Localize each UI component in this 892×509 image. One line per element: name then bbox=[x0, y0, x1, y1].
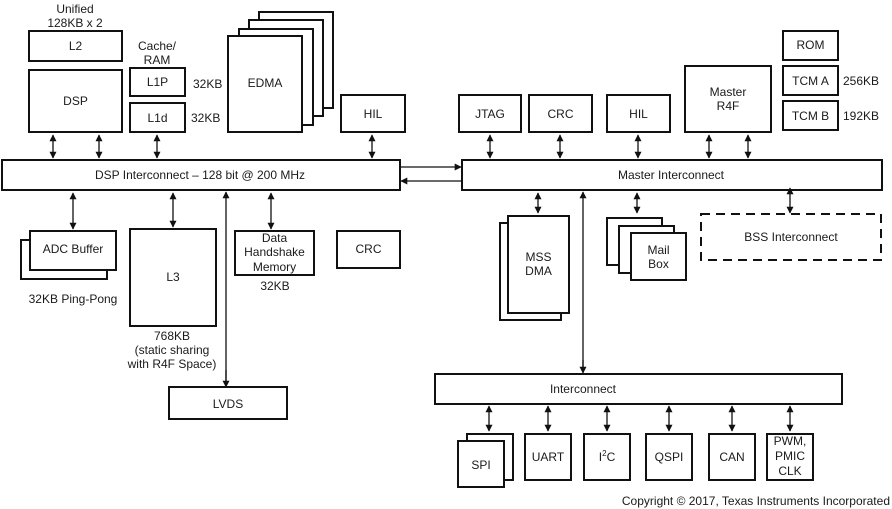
l2-caption-line1: Unified bbox=[56, 2, 93, 16]
l1p-block: L1P bbox=[129, 67, 186, 97]
spi-block-stack: SPI bbox=[457, 433, 514, 488]
uart-label: UART bbox=[532, 450, 565, 464]
qspi-label: QSPI bbox=[655, 450, 684, 464]
l3-caption-line1: 768KB bbox=[154, 329, 190, 343]
dsp-interconnect-bus: DSP Interconnect – 128 bit @ 200 MHz bbox=[1, 159, 401, 191]
dhm-label-line2: Handshake bbox=[244, 245, 305, 259]
interconnect-label: Interconnect bbox=[550, 382, 617, 396]
i2c-label: I2C bbox=[599, 449, 616, 464]
mailbox-label-line1: Mail bbox=[647, 243, 669, 257]
bss-interconnect-label: BSS Interconnect bbox=[744, 230, 838, 244]
l3-caption-line2: (static sharing bbox=[135, 343, 210, 357]
data-handshake-block: Data Handshake Memory bbox=[234, 230, 315, 276]
pwm-label-line3: CLK bbox=[778, 464, 801, 478]
crc-master-label: CRC bbox=[548, 107, 574, 121]
master-interconnect-label: Master Interconnect bbox=[618, 168, 725, 182]
l1d-label: L1d bbox=[147, 111, 167, 125]
master-interconnect-bus: Master Interconnect bbox=[461, 159, 883, 191]
lvds-label: LVDS bbox=[213, 397, 243, 411]
tcm-a-label: TCM A bbox=[792, 74, 829, 88]
l2-block: L2 bbox=[28, 30, 123, 62]
block-diagram: Unified 128KB x 2 L2 DSP Cache/ RAM L1P … bbox=[1, 2, 890, 508]
tcm-b-block: TCM B bbox=[782, 100, 839, 131]
dsp-interconnect-label: DSP Interconnect – 128 bit @ 200 MHz bbox=[95, 168, 305, 182]
cache-caption-line2: RAM bbox=[144, 53, 171, 67]
crc-master-block: CRC bbox=[528, 94, 593, 133]
adc-buffer-caption: 32KB Ping-Pong bbox=[29, 292, 118, 306]
lvds-block: LVDS bbox=[168, 386, 288, 420]
l3-label: L3 bbox=[166, 270, 180, 284]
pwm-label-line2: PMIC bbox=[775, 449, 805, 463]
l2-label: L2 bbox=[69, 39, 83, 53]
edma-label: EDMA bbox=[248, 76, 283, 90]
master-r4f-label-line1: Master bbox=[710, 85, 747, 99]
tcm-a-block: TCM A bbox=[782, 65, 839, 96]
mailbox-block-stack: Mail Box bbox=[606, 217, 687, 281]
l1p-size: 32KB bbox=[193, 77, 222, 91]
dhm-label-line1: Data bbox=[262, 231, 288, 245]
l1d-size: 32KB bbox=[191, 111, 220, 125]
pwm-label-line1: PWM, bbox=[774, 434, 807, 448]
l1d-block: L1d bbox=[129, 102, 186, 133]
rom-block: ROM bbox=[782, 30, 839, 61]
edma-block-stack: EDMA bbox=[227, 11, 334, 133]
crc-dsp-block: CRC bbox=[336, 230, 401, 269]
hil-dsp-label: HIL bbox=[364, 107, 383, 121]
adc-buffer-label: ADC Buffer bbox=[43, 242, 103, 256]
can-block: CAN bbox=[708, 433, 756, 481]
l1p-label: L1P bbox=[147, 75, 168, 89]
l2-caption-line2: 128KB x 2 bbox=[47, 16, 103, 30]
hil-master-label: HIL bbox=[629, 107, 648, 121]
l3-caption-line3: with R4F Space) bbox=[127, 357, 217, 371]
jtag-label: JTAG bbox=[475, 107, 505, 121]
mss-dma-label-line1: MSS bbox=[525, 250, 551, 264]
hil-dsp-block: HIL bbox=[340, 94, 406, 133]
spi-label: SPI bbox=[471, 458, 490, 472]
qspi-block: QSPI bbox=[645, 433, 693, 481]
i2c-block: I2C bbox=[583, 433, 631, 481]
uart-block: UART bbox=[524, 433, 572, 481]
tcm-b-size: 192KB bbox=[843, 109, 879, 123]
jtag-block: JTAG bbox=[458, 94, 522, 133]
l3-block: L3 bbox=[129, 228, 217, 327]
pwm-pmic-clk-block: PWM, PMIC CLK bbox=[766, 433, 814, 481]
dhm-label-line3: Memory bbox=[253, 260, 296, 274]
crc-dsp-label: CRC bbox=[356, 242, 382, 256]
mss-dma-label-line2: DMA bbox=[525, 264, 552, 278]
bss-interconnect-block: BSS Interconnect bbox=[700, 213, 882, 261]
dhm-caption: 32KB bbox=[260, 279, 289, 293]
mailbox-label-line2: Box bbox=[648, 257, 669, 271]
tcm-a-size: 256KB bbox=[843, 74, 879, 88]
rom-label: ROM bbox=[797, 38, 825, 52]
master-r4f-block: Master R4F bbox=[684, 65, 772, 133]
can-label: CAN bbox=[719, 450, 744, 464]
cache-caption-line1: Cache/ bbox=[138, 39, 177, 53]
adc-buffer-block-stack: ADC Buffer bbox=[20, 230, 117, 280]
master-r4f-label-line2: R4F bbox=[717, 99, 740, 113]
copyright-notice: Copyright © 2017, Texas Instruments Inco… bbox=[622, 494, 890, 508]
interconnect-bus: Interconnect bbox=[434, 373, 843, 405]
mss-dma-block-stack: MSS DMA bbox=[499, 215, 570, 321]
dsp-label: DSP bbox=[63, 94, 88, 108]
hil-master-block: HIL bbox=[606, 94, 671, 133]
tcm-b-label: TCM B bbox=[792, 109, 829, 123]
dsp-block: DSP bbox=[28, 69, 123, 133]
